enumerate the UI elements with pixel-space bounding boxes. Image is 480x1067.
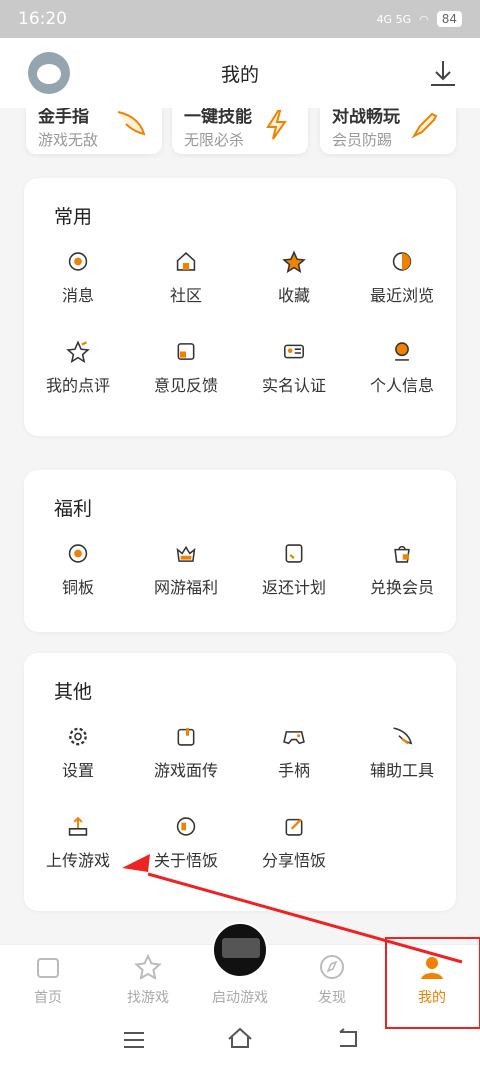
menu-item-settings[interactable]: 设置 [24, 725, 132, 781]
menu-item-label: 关于悟饭 [153, 851, 218, 870]
menu-item-label: 游戏面传 [153, 761, 218, 780]
menu-item-feedback[interactable]: 意见反馈 [132, 340, 240, 396]
menu-item-label: 辅助工具 [369, 761, 434, 780]
rebate-icon [285, 544, 303, 563]
feature-card-battle[interactable]: 对战畅玩 会员防踢 [320, 108, 456, 154]
section-benefits: 福利 铜板 网游福利 返还计划 兑换会员 [24, 470, 456, 632]
share-icon [285, 818, 303, 836]
review-star-icon [66, 340, 90, 363]
avatar[interactable] [28, 52, 70, 94]
status-icons: 4G 5G ◠ 84 [377, 11, 462, 27]
wing-icon [117, 111, 146, 136]
tab-label: 找游戏 [127, 990, 169, 1006]
crown-icon [176, 545, 196, 562]
menu-item-rebate-plan[interactable]: 返还计划 [240, 542, 348, 598]
section-title: 其他 [54, 681, 93, 703]
upload-icon [68, 816, 88, 836]
menu-item-label: 我的点评 [45, 376, 110, 395]
feedback-icon [177, 343, 195, 360]
menu-item-coins[interactable]: 铜板 [24, 542, 132, 598]
section-common: 常用 消息 社区 收藏 最近浏览 我的点评 意见反馈 实名认证 个人信息 [24, 178, 456, 436]
home-button-icon[interactable] [226, 1026, 254, 1050]
menu-item-label: 网游福利 [153, 578, 218, 597]
star-tab-icon [134, 953, 162, 980]
coin-icon [68, 544, 88, 563]
tab-home[interactable]: 首页 [0, 945, 96, 1017]
status-bar: 16:20 4G 5G ◠ 84 [0, 0, 480, 38]
menu-item-label: 铜板 [61, 578, 94, 597]
feature-card-gold-finger[interactable]: 金手指 游戏无敌 [26, 108, 162, 154]
lightning-icon [266, 110, 287, 140]
wing-tool-icon [393, 727, 413, 745]
menu-item-label: 返还计划 [261, 578, 326, 597]
message-icon [68, 252, 88, 271]
tab-find-games[interactable]: 找游戏 [100, 945, 196, 1017]
page-title: 我的 [220, 63, 259, 86]
launch-game-thumbnail[interactable] [212, 922, 268, 978]
menu-item-online-game-benefits[interactable]: 网游福利 [132, 542, 240, 598]
menu-item-my-reviews[interactable]: 我的点评 [24, 340, 132, 396]
home-tab-icon [37, 958, 59, 978]
transfer-icon [177, 728, 195, 746]
compass-tab-icon [320, 955, 344, 979]
id-card-icon [284, 344, 304, 359]
wifi-icon: ◠ [419, 12, 429, 26]
menu-item-assist-tools[interactable]: 辅助工具 [348, 725, 456, 781]
user-icon [395, 342, 409, 361]
menu-item-label: 上传游戏 [45, 851, 110, 870]
menu-item-label: 消息 [61, 286, 94, 305]
menu-item-label: 意见反馈 [153, 376, 218, 395]
tab-label: 启动游戏 [212, 990, 268, 1006]
menu-item-favorites[interactable]: 收藏 [240, 250, 348, 306]
download-icon[interactable] [428, 58, 458, 88]
gamepad-icon [283, 731, 305, 745]
feature-card-one-key-skill[interactable]: 一键技能 无限必杀 [172, 108, 308, 154]
feature-cards: 金手指 游戏无敌 一键技能 无限必杀 对战畅玩 会员防踢 [0, 108, 480, 158]
clock-icon [392, 252, 412, 271]
network-indicator: 4G 5G [376, 12, 412, 26]
menu-item-label: 收藏 [277, 286, 310, 305]
battery-indicator: 84 [436, 11, 462, 27]
status-time: 16:20 [18, 9, 67, 29]
menu-item-recent[interactable]: 最近浏览 [348, 250, 456, 306]
menu-item-label: 实名认证 [261, 376, 326, 395]
menu-icon[interactable] [122, 1030, 146, 1050]
menu-item-upload-game[interactable]: 上传游戏 [24, 815, 132, 871]
menu-item-label: 分享悟饭 [261, 851, 326, 870]
highlight-box [385, 937, 480, 1029]
vip-bag-icon [394, 545, 410, 563]
menu-item-redeem-vip[interactable]: 兑换会员 [348, 542, 456, 598]
menu-item-label: 社区 [169, 286, 202, 305]
menu-item-gamepad[interactable]: 手柄 [240, 725, 348, 781]
tab-label: 首页 [34, 990, 62, 1006]
tab-label: 发现 [318, 990, 346, 1006]
menu-item-verification[interactable]: 实名认证 [240, 340, 348, 396]
menu-item-label: 兑换会员 [369, 578, 434, 597]
about-icon [176, 817, 196, 836]
section-title: 常用 [54, 206, 93, 228]
section-title: 福利 [54, 498, 93, 520]
star-icon [282, 250, 306, 273]
back-icon[interactable] [336, 1028, 360, 1050]
rocket-icon [411, 112, 438, 139]
menu-item-label: 设置 [61, 761, 94, 780]
page-header: 我的 [0, 38, 480, 108]
menu-item-messages[interactable]: 消息 [24, 250, 132, 306]
section-other: 其他 设置 游戏面传 手柄 辅助工具 上传游戏 关于悟饭 分享悟饭 [24, 653, 456, 911]
menu-item-community[interactable]: 社区 [132, 250, 240, 306]
menu-item-profile[interactable]: 个人信息 [348, 340, 456, 396]
menu-item-label: 手柄 [277, 761, 310, 780]
menu-item-label: 个人信息 [369, 376, 434, 395]
menu-item-game-transfer[interactable]: 游戏面传 [132, 725, 240, 781]
home-icon [176, 252, 196, 271]
tab-discover[interactable]: 发现 [284, 945, 380, 1017]
menu-item-about[interactable]: 关于悟饭 [132, 815, 240, 871]
gear-icon [69, 727, 87, 746]
menu-item-share[interactable]: 分享悟饭 [240, 815, 348, 871]
menu-item-label: 最近浏览 [369, 286, 434, 305]
